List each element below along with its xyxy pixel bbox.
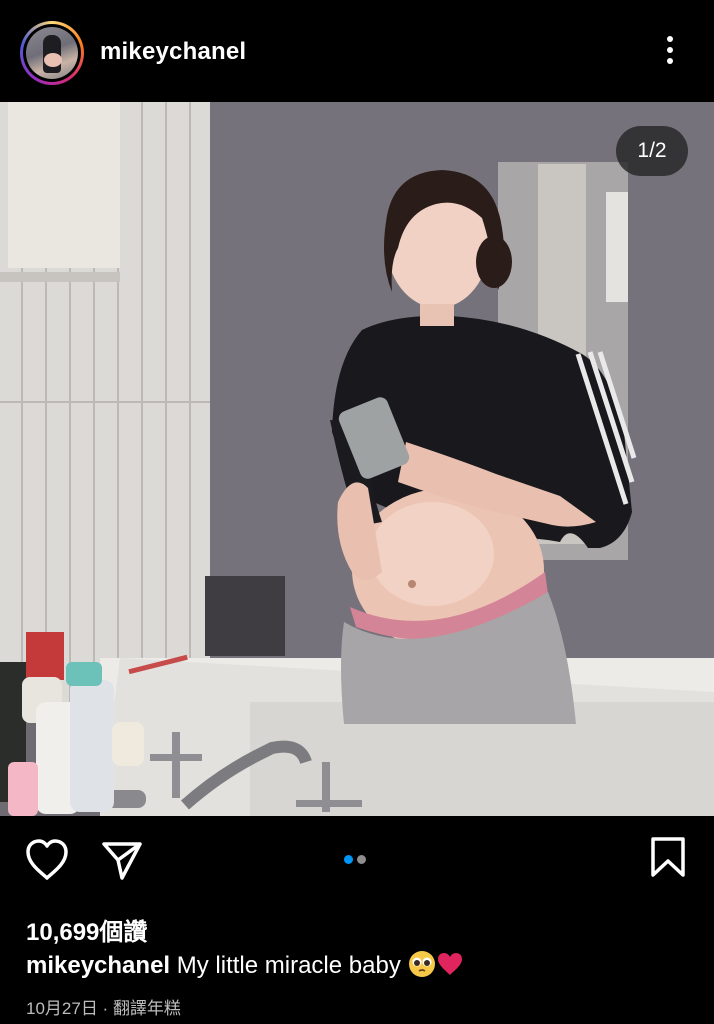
- more-vertical-icon[interactable]: [660, 36, 680, 72]
- translate-link[interactable]: 翻譯年糕: [113, 999, 181, 1018]
- pleading-face-emoji: [408, 950, 435, 977]
- like-count[interactable]: 10,699個讚: [26, 912, 147, 947]
- post-header: mikeychanel: [0, 0, 714, 102]
- post-image[interactable]: 1/2: [0, 102, 714, 816]
- post-date: 10月27日: [26, 999, 98, 1018]
- red-heart-emoji: [437, 952, 462, 975]
- post-photo-illustration: [0, 102, 714, 816]
- caption-text: My little miracle baby: [170, 952, 408, 979]
- heart-icon[interactable]: [24, 838, 70, 882]
- avatar[interactable]: [20, 21, 84, 85]
- send-icon[interactable]: [100, 838, 144, 882]
- avatar-image: [26, 27, 78, 79]
- caption: mikeychanel My little miracle baby: [26, 950, 464, 981]
- carousel-dot-active: [344, 855, 353, 864]
- image-counter: 1/2: [616, 126, 688, 176]
- post-meta: 10月27日 · 翻譯年糕: [26, 999, 181, 1018]
- username[interactable]: mikeychanel: [100, 38, 246, 66]
- carousel-dot: [357, 855, 366, 864]
- carousel-indicator: [344, 851, 370, 869]
- bookmark-icon[interactable]: [648, 836, 688, 878]
- caption-username[interactable]: mikeychanel: [26, 952, 170, 979]
